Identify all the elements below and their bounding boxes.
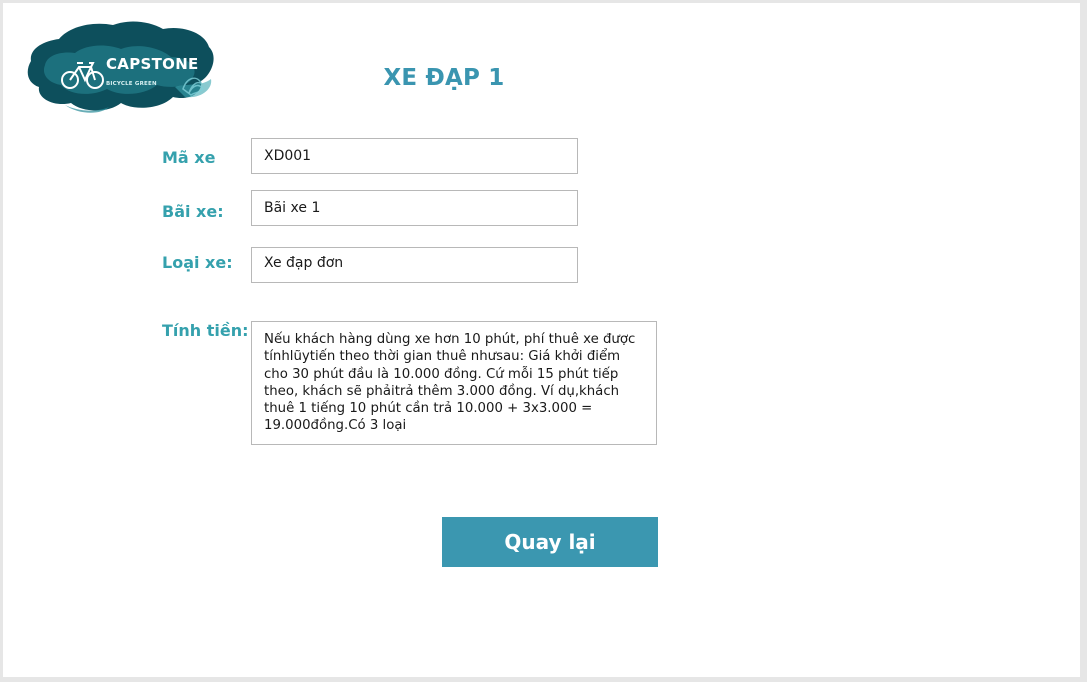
tinh-tien-textarea[interactable]: Nếu khách hàng dùng xe hơn 10 phút, phí … bbox=[251, 321, 657, 445]
ma-xe-field[interactable]: XD001 bbox=[251, 138, 578, 174]
tinh-tien-label: Tính tiền: bbox=[162, 321, 249, 340]
ma-xe-label: Mã xe bbox=[162, 148, 216, 167]
loai-xe-field[interactable]: Xe đạp đơn bbox=[251, 247, 578, 283]
loai-xe-label: Loại xe: bbox=[162, 253, 233, 272]
app-window: CAPSTONE BICYCLE GREEN XE ĐẠP 1 Mã xe XD… bbox=[3, 3, 1080, 677]
back-button[interactable]: Quay lại bbox=[442, 517, 658, 567]
logo-brand-text: CAPSTONE bbox=[106, 55, 199, 73]
bai-xe-label: Bãi xe: bbox=[162, 202, 224, 221]
bai-xe-field[interactable]: Bãi xe 1 bbox=[251, 190, 578, 226]
logo-tagline-text: BICYCLE GREEN bbox=[106, 81, 157, 87]
capstone-logo: CAPSTONE BICYCLE GREEN bbox=[25, 17, 217, 117]
page-title: XE ĐẠP 1 bbox=[383, 65, 505, 91]
